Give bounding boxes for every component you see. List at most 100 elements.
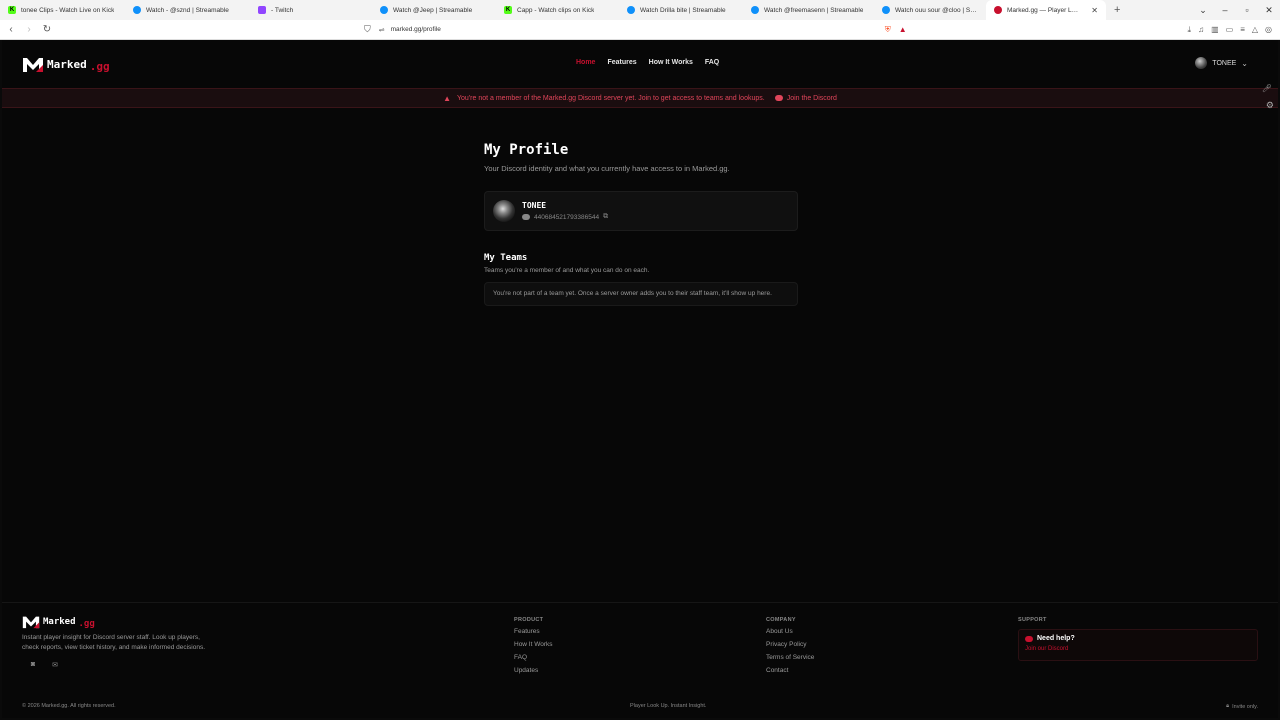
discord-icon bbox=[774, 95, 783, 101]
invite-only: 🔒︎ Invite only. bbox=[1226, 703, 1258, 710]
username: TONEE bbox=[1212, 59, 1237, 67]
browser-tab[interactable]: Watch - @sznd | Streamable bbox=[125, 0, 250, 20]
browser-tab[interactable]: Watch Drilla bite | Streamable bbox=[619, 0, 743, 20]
help-card[interactable]: Need help? Join our Discord bbox=[1018, 629, 1258, 661]
window-controls: ⌄ – ▫ ✕ bbox=[1192, 5, 1280, 16]
bookmark-icon[interactable]: ⛉ bbox=[364, 24, 371, 35]
site-info-icon[interactable]: ⇌ bbox=[379, 26, 385, 34]
streamable-icon bbox=[627, 6, 635, 14]
sidebar-icon[interactable]: ▥ bbox=[1211, 25, 1219, 35]
wallet-icon[interactable]: ▭ bbox=[1226, 25, 1234, 35]
logo-suffix: .gg bbox=[89, 60, 110, 73]
streamable-icon bbox=[882, 6, 890, 14]
footer-link-privacy[interactable]: Privacy Policy bbox=[766, 641, 814, 649]
footer-link-how-it-works[interactable]: How It Works bbox=[514, 641, 553, 649]
mail-icon[interactable]: ✉ bbox=[48, 661, 62, 669]
browser-tab[interactable]: Ktonee Clips - Watch Live on Kick bbox=[0, 0, 125, 20]
close-tab-icon[interactable]: ✕ bbox=[1091, 6, 1098, 15]
main-nav: Home Features How It Works FAQ bbox=[576, 59, 719, 66]
url-text: marked.gg/profile bbox=[390, 26, 441, 33]
footer-product: PRODUCT Features How It Works FAQ Update… bbox=[514, 617, 553, 675]
tab-search-icon[interactable]: ⌄ bbox=[1192, 5, 1214, 16]
shield-icon[interactable]: ⛨ bbox=[885, 25, 891, 35]
minimize-button[interactable]: – bbox=[1214, 5, 1236, 16]
footer-link-terms[interactable]: Terms of Service bbox=[766, 654, 814, 662]
avatar bbox=[493, 200, 515, 222]
close-window-button[interactable]: ✕ bbox=[1258, 5, 1280, 16]
footer-logo[interactable]: Marked .gg bbox=[22, 615, 212, 629]
site-header: Marked .gg Home Features How It Works FA… bbox=[2, 40, 1278, 88]
footer-link-faq[interactable]: FAQ bbox=[514, 654, 553, 662]
help-title-text: Need help? bbox=[1037, 635, 1075, 642]
kick-icon: K bbox=[8, 6, 16, 14]
profile-name: TONEE bbox=[522, 201, 547, 210]
download-icon[interactable]: ⤓ bbox=[1188, 25, 1192, 35]
gear-icon[interactable]: ⚙ bbox=[1266, 100, 1274, 111]
footer-company: COMPANY About Us Privacy Policy Terms of… bbox=[766, 617, 814, 675]
tagline: Player Look Up. Instant Insight. bbox=[630, 703, 707, 709]
footer-link-features[interactable]: Features bbox=[514, 628, 553, 636]
logo-mark bbox=[22, 616, 40, 629]
browser-tab[interactable]: - Twitch bbox=[250, 0, 372, 20]
footer-link-about[interactable]: About Us bbox=[766, 628, 814, 636]
streamable-icon bbox=[751, 6, 759, 14]
browser-tab-active[interactable]: Marked.gg — Player Look Up, In✕ bbox=[986, 0, 1106, 20]
footer-link-contact[interactable]: Contact bbox=[766, 667, 814, 675]
invite-text: Invite only. bbox=[1232, 703, 1258, 710]
browser-tab[interactable]: Watch @Jeep | Streamable bbox=[372, 0, 496, 20]
nav-faq[interactable]: FAQ bbox=[705, 59, 719, 66]
menu-icon[interactable]: ≡ bbox=[1240, 25, 1245, 35]
browser-tab[interactable]: Watch ouu sour @cloo | Streamable bbox=[874, 0, 986, 20]
teams-title: My Teams bbox=[484, 253, 528, 263]
profile-card: TONEE 440684521793386544 ⧉ bbox=[484, 191, 798, 231]
alert-icon[interactable]: ▲ bbox=[899, 25, 907, 35]
profile-content: My Profile Your Discord identity and wha… bbox=[484, 142, 798, 306]
join-discord-link[interactable]: Join the Discord bbox=[774, 94, 837, 102]
footer-heading: COMPANY bbox=[766, 617, 796, 623]
copy-icon[interactable]: ⧉ bbox=[603, 213, 608, 221]
extensions: ⛨ ▲ bbox=[885, 25, 907, 35]
discord-membership-banner: ▲ You're not a member of the Marked.gg D… bbox=[2, 88, 1278, 108]
logo-suffix: .gg bbox=[78, 619, 95, 629]
nav-home[interactable]: Home bbox=[576, 59, 595, 66]
forward-icon[interactable]: › bbox=[22, 24, 36, 35]
user-menu[interactable]: TONEE ⌄ bbox=[1195, 57, 1248, 69]
profile-info: TONEE 440684521793386544 ⧉ bbox=[522, 201, 608, 221]
site-logo[interactable]: Marked .gg bbox=[22, 56, 110, 73]
twitch-icon bbox=[258, 6, 266, 14]
logo-text: Marked bbox=[43, 617, 76, 627]
logo-text: Marked bbox=[47, 58, 87, 71]
brave-rewards-icon[interactable]: △ bbox=[1252, 25, 1258, 35]
lock-icon: 🔒︎ bbox=[1226, 703, 1230, 709]
streamable-icon bbox=[380, 6, 388, 14]
footer-heading: PRODUCT bbox=[514, 617, 544, 623]
url-field[interactable]: ⇌ marked.gg/profile bbox=[379, 23, 879, 37]
discord-icon[interactable]: ◙ bbox=[26, 661, 40, 669]
kick-icon: K bbox=[504, 6, 512, 14]
discord-id-row: 440684521793386544 ⧉ bbox=[522, 213, 608, 221]
help-discord-link[interactable]: Join our Discord bbox=[1025, 646, 1251, 652]
chevron-down-icon: ⌄ bbox=[1241, 58, 1248, 68]
browser-tab[interactable]: Watch @freemasenn | Streamable bbox=[743, 0, 874, 20]
footer-link-updates[interactable]: Updates bbox=[514, 667, 553, 675]
page-title: My Profile bbox=[484, 142, 569, 158]
site-footer: Marked .gg Instant player insight for Di… bbox=[2, 602, 1278, 718]
new-tab-button[interactable]: + bbox=[1106, 4, 1128, 16]
maximize-button[interactable]: ▫ bbox=[1236, 5, 1258, 16]
address-bar: ‹ › ↻ ⛉ ⇌ marked.gg/profile ⛨ ▲ ⤓ ♫ ▥ ▭ … bbox=[0, 20, 1280, 40]
nav-how-it-works[interactable]: How It Works bbox=[649, 59, 693, 66]
vpn-icon[interactable]: ◎ bbox=[1265, 25, 1272, 35]
reload-icon[interactable]: ↻ bbox=[40, 24, 54, 35]
microphone-icon[interactable]: 🎤︎ bbox=[1262, 84, 1272, 93]
discord-icon bbox=[522, 214, 530, 220]
streamable-icon bbox=[133, 6, 141, 14]
browser-tab-bar: Ktonee Clips - Watch Live on Kick Watch … bbox=[0, 0, 1280, 20]
nav-features[interactable]: Features bbox=[607, 59, 636, 66]
footer-heading: SUPPORT bbox=[1018, 617, 1047, 623]
browser-tab[interactable]: K Capp - Watch clips on Kick bbox=[496, 0, 619, 20]
banner-message: You're not a member of the Marked.gg Dis… bbox=[457, 94, 765, 102]
back-icon[interactable]: ‹ bbox=[4, 24, 18, 35]
join-discord-label: Join the Discord bbox=[786, 94, 837, 102]
footer-description: Instant player insight for Discord serve… bbox=[22, 634, 206, 651]
music-icon[interactable]: ♫ bbox=[1198, 25, 1204, 35]
